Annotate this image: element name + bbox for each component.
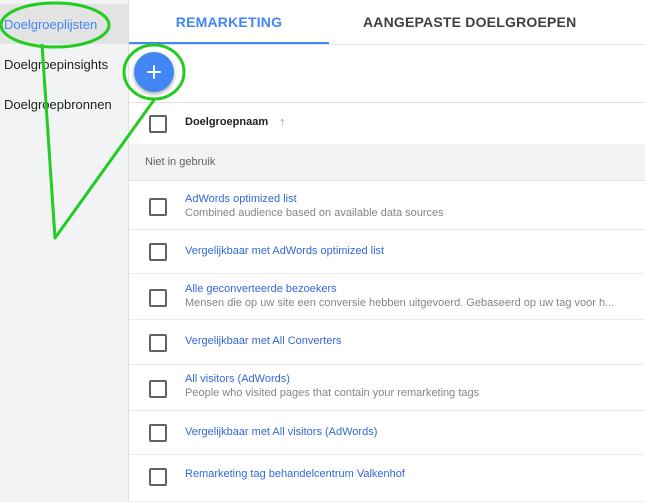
audience-description: Mensen die op uw site een conversie hebb… xyxy=(185,297,615,309)
add-audience-button[interactable] xyxy=(134,52,174,92)
tab-aangepaste-doelgroepen[interactable]: AANGEPASTE DOELGROEPEN xyxy=(363,0,576,43)
active-tab-indicator xyxy=(129,42,329,44)
audience-name-link[interactable]: Alle geconverteerde bezoekers xyxy=(185,283,337,295)
table-row: AdWords optimized list Combined audience… xyxy=(129,181,645,230)
audience-name-link[interactable]: All visitors (AdWords) xyxy=(185,373,290,385)
audience-description: People who visited pages that contain yo… xyxy=(185,387,480,399)
sidebar-item-doelgroepinsights[interactable]: Doelgroepinsights xyxy=(0,44,128,84)
table-row: Vergelijkbaar met All Converters xyxy=(129,320,645,365)
row-checkbox[interactable] xyxy=(149,468,167,486)
audience-name-link[interactable]: Remarketing tag behandelcentrum Valkenho… xyxy=(185,468,405,480)
tab-label: REMARKETING xyxy=(175,13,283,30)
row-checkbox[interactable] xyxy=(149,198,167,216)
sidebar-item-label: Doelgroepinsights xyxy=(4,56,109,72)
table-row: Vergelijkbaar met AdWords optimized list xyxy=(129,230,645,274)
arrow-up-icon[interactable]: ↑ xyxy=(279,114,286,129)
table-row: Remarketing tag behandelcentrum Valkenho… xyxy=(129,455,645,502)
sidebar-item-label: Doelgroepbronnen xyxy=(4,96,112,112)
group-header: Niet in gebruik xyxy=(129,144,645,181)
tab-bar: REMARKETING AANGEPASTE DOELGROEPEN xyxy=(129,0,645,45)
audience-name-link[interactable]: Vergelijkbaar met All Converters xyxy=(185,335,342,347)
column-header-doelgroepnaam[interactable]: Doelgroepnaam xyxy=(185,116,268,128)
select-all-checkbox[interactable] xyxy=(149,115,167,133)
tab-remarketing[interactable]: REMARKETING xyxy=(129,0,329,44)
group-label: Niet in gebruik xyxy=(145,156,216,168)
audience-description: Combined audience based on available dat… xyxy=(185,207,444,219)
sidebar-item-doelgroepbronnen[interactable]: Doelgroepbronnen xyxy=(0,84,128,124)
sidebar-item-doelgroeplijsten[interactable]: Doelgroeplijsten xyxy=(0,4,128,44)
sidebar-item-label: Doelgroeplijsten xyxy=(4,16,98,32)
table-row: All visitors (AdWords) People who visite… xyxy=(129,365,645,411)
audience-name-link[interactable]: Vergelijkbaar met All visitors (AdWords) xyxy=(185,426,377,438)
plus-icon xyxy=(147,65,161,79)
row-checkbox[interactable] xyxy=(149,380,167,398)
tab-label: AANGEPASTE DOELGROEPEN xyxy=(363,13,577,30)
row-checkbox[interactable] xyxy=(149,334,167,352)
table-row: Alle geconverteerde bezoekers Mensen die… xyxy=(129,274,645,320)
audience-name-link[interactable]: Vergelijkbaar met AdWords optimized list xyxy=(185,245,384,257)
row-checkbox[interactable] xyxy=(149,424,167,442)
row-checkbox[interactable] xyxy=(149,289,167,307)
table-header: Doelgroepnaam ↑ xyxy=(129,102,645,145)
sidebar: Doelgroeplijsten Doelgroepinsights Doelg… xyxy=(0,0,129,502)
row-checkbox[interactable] xyxy=(149,243,167,261)
audience-name-link[interactable]: AdWords optimized list xyxy=(185,193,297,205)
table-row: Vergelijkbaar met All visitors (AdWords) xyxy=(129,411,645,455)
